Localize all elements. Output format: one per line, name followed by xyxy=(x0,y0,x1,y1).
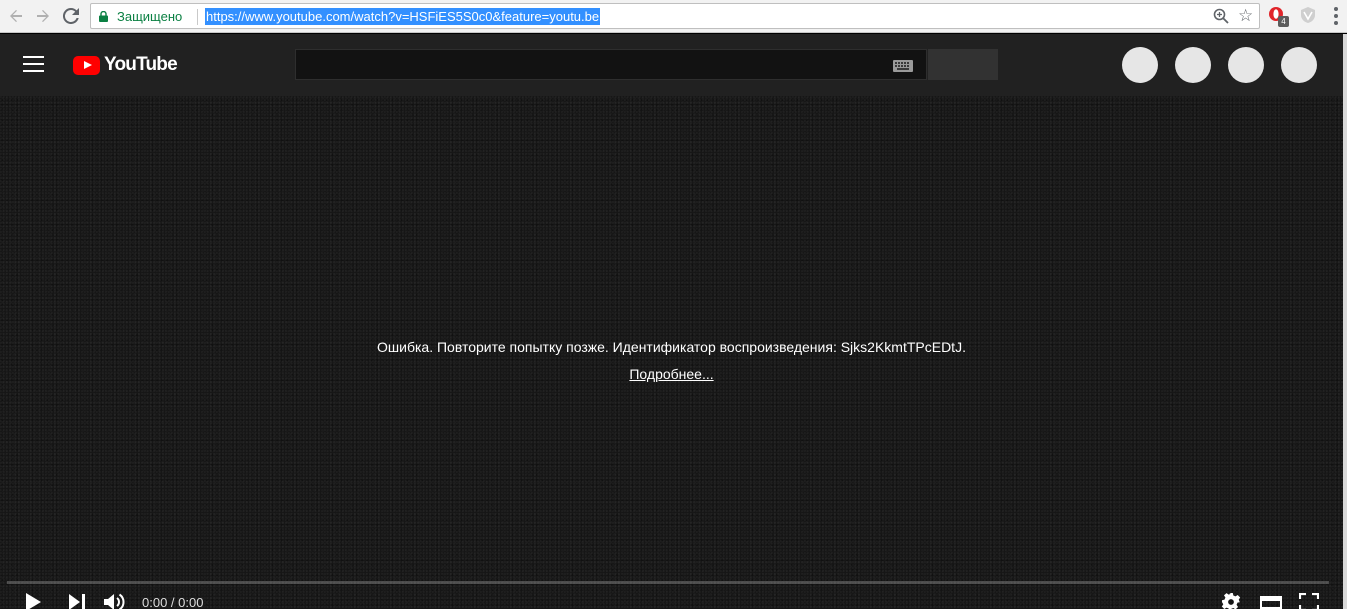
youtube-wordmark: YouTube xyxy=(104,54,178,75)
address-divider xyxy=(197,9,198,25)
fullscreen-icon[interactable] xyxy=(1299,593,1319,609)
header-placeholder-button-2[interactable] xyxy=(1175,47,1211,83)
youtube-logo[interactable]: YouTube xyxy=(73,54,178,75)
next-icon[interactable] xyxy=(68,593,86,609)
address-bar[interactable]: Защищено https://www.youtube.com/watch?v… xyxy=(90,3,1260,29)
learn-more-container: Подробнее... xyxy=(0,365,1343,383)
reload-icon[interactable] xyxy=(60,5,82,27)
keyboard-icon[interactable] xyxy=(893,60,913,72)
url-text[interactable]: https://www.youtube.com/watch?v=HSFiES5S… xyxy=(205,8,601,25)
forward-arrow-icon[interactable] xyxy=(32,5,54,27)
search-button[interactable] xyxy=(928,49,998,80)
header-placeholder-button-4[interactable] xyxy=(1281,47,1317,83)
header-placeholder-button-3[interactable] xyxy=(1228,47,1264,83)
browser-toolbar: Защищено https://www.youtube.com/watch?v… xyxy=(0,0,1347,33)
settings-gear-icon[interactable] xyxy=(1221,593,1241,609)
learn-more-link[interactable]: Подробнее... xyxy=(629,366,713,382)
error-message: Ошибка. Повторите попытку позже. Идентиф… xyxy=(377,339,966,355)
play-icon[interactable] xyxy=(24,593,42,609)
youtube-header: YouTube xyxy=(0,34,1343,96)
bookmark-star-icon[interactable]: ☆ xyxy=(1238,6,1253,26)
progress-bar[interactable] xyxy=(7,581,1329,584)
video-player[interactable]: Ошибка. Повторите попытку позже. Идентиф… xyxy=(0,96,1343,609)
volume-icon[interactable] xyxy=(104,593,128,609)
youtube-play-logo-icon xyxy=(73,55,100,75)
lock-icon xyxy=(99,11,108,22)
page-scrollbar[interactable] xyxy=(1343,34,1347,609)
back-arrow-icon[interactable] xyxy=(5,5,27,27)
secure-label: Защищено xyxy=(117,9,183,24)
zoom-icon[interactable] xyxy=(1213,8,1230,25)
extension-badge: 4 xyxy=(1278,16,1289,27)
shield-extension-icon[interactable] xyxy=(1299,6,1317,24)
theater-mode-icon[interactable] xyxy=(1260,593,1282,609)
browser-menu-icon[interactable] xyxy=(1329,6,1343,26)
hamburger-menu-icon[interactable] xyxy=(23,56,44,72)
search-input[interactable] xyxy=(295,49,927,80)
header-placeholder-button-1[interactable] xyxy=(1122,47,1158,83)
time-display: 0:00 / 0:00 xyxy=(142,595,204,609)
